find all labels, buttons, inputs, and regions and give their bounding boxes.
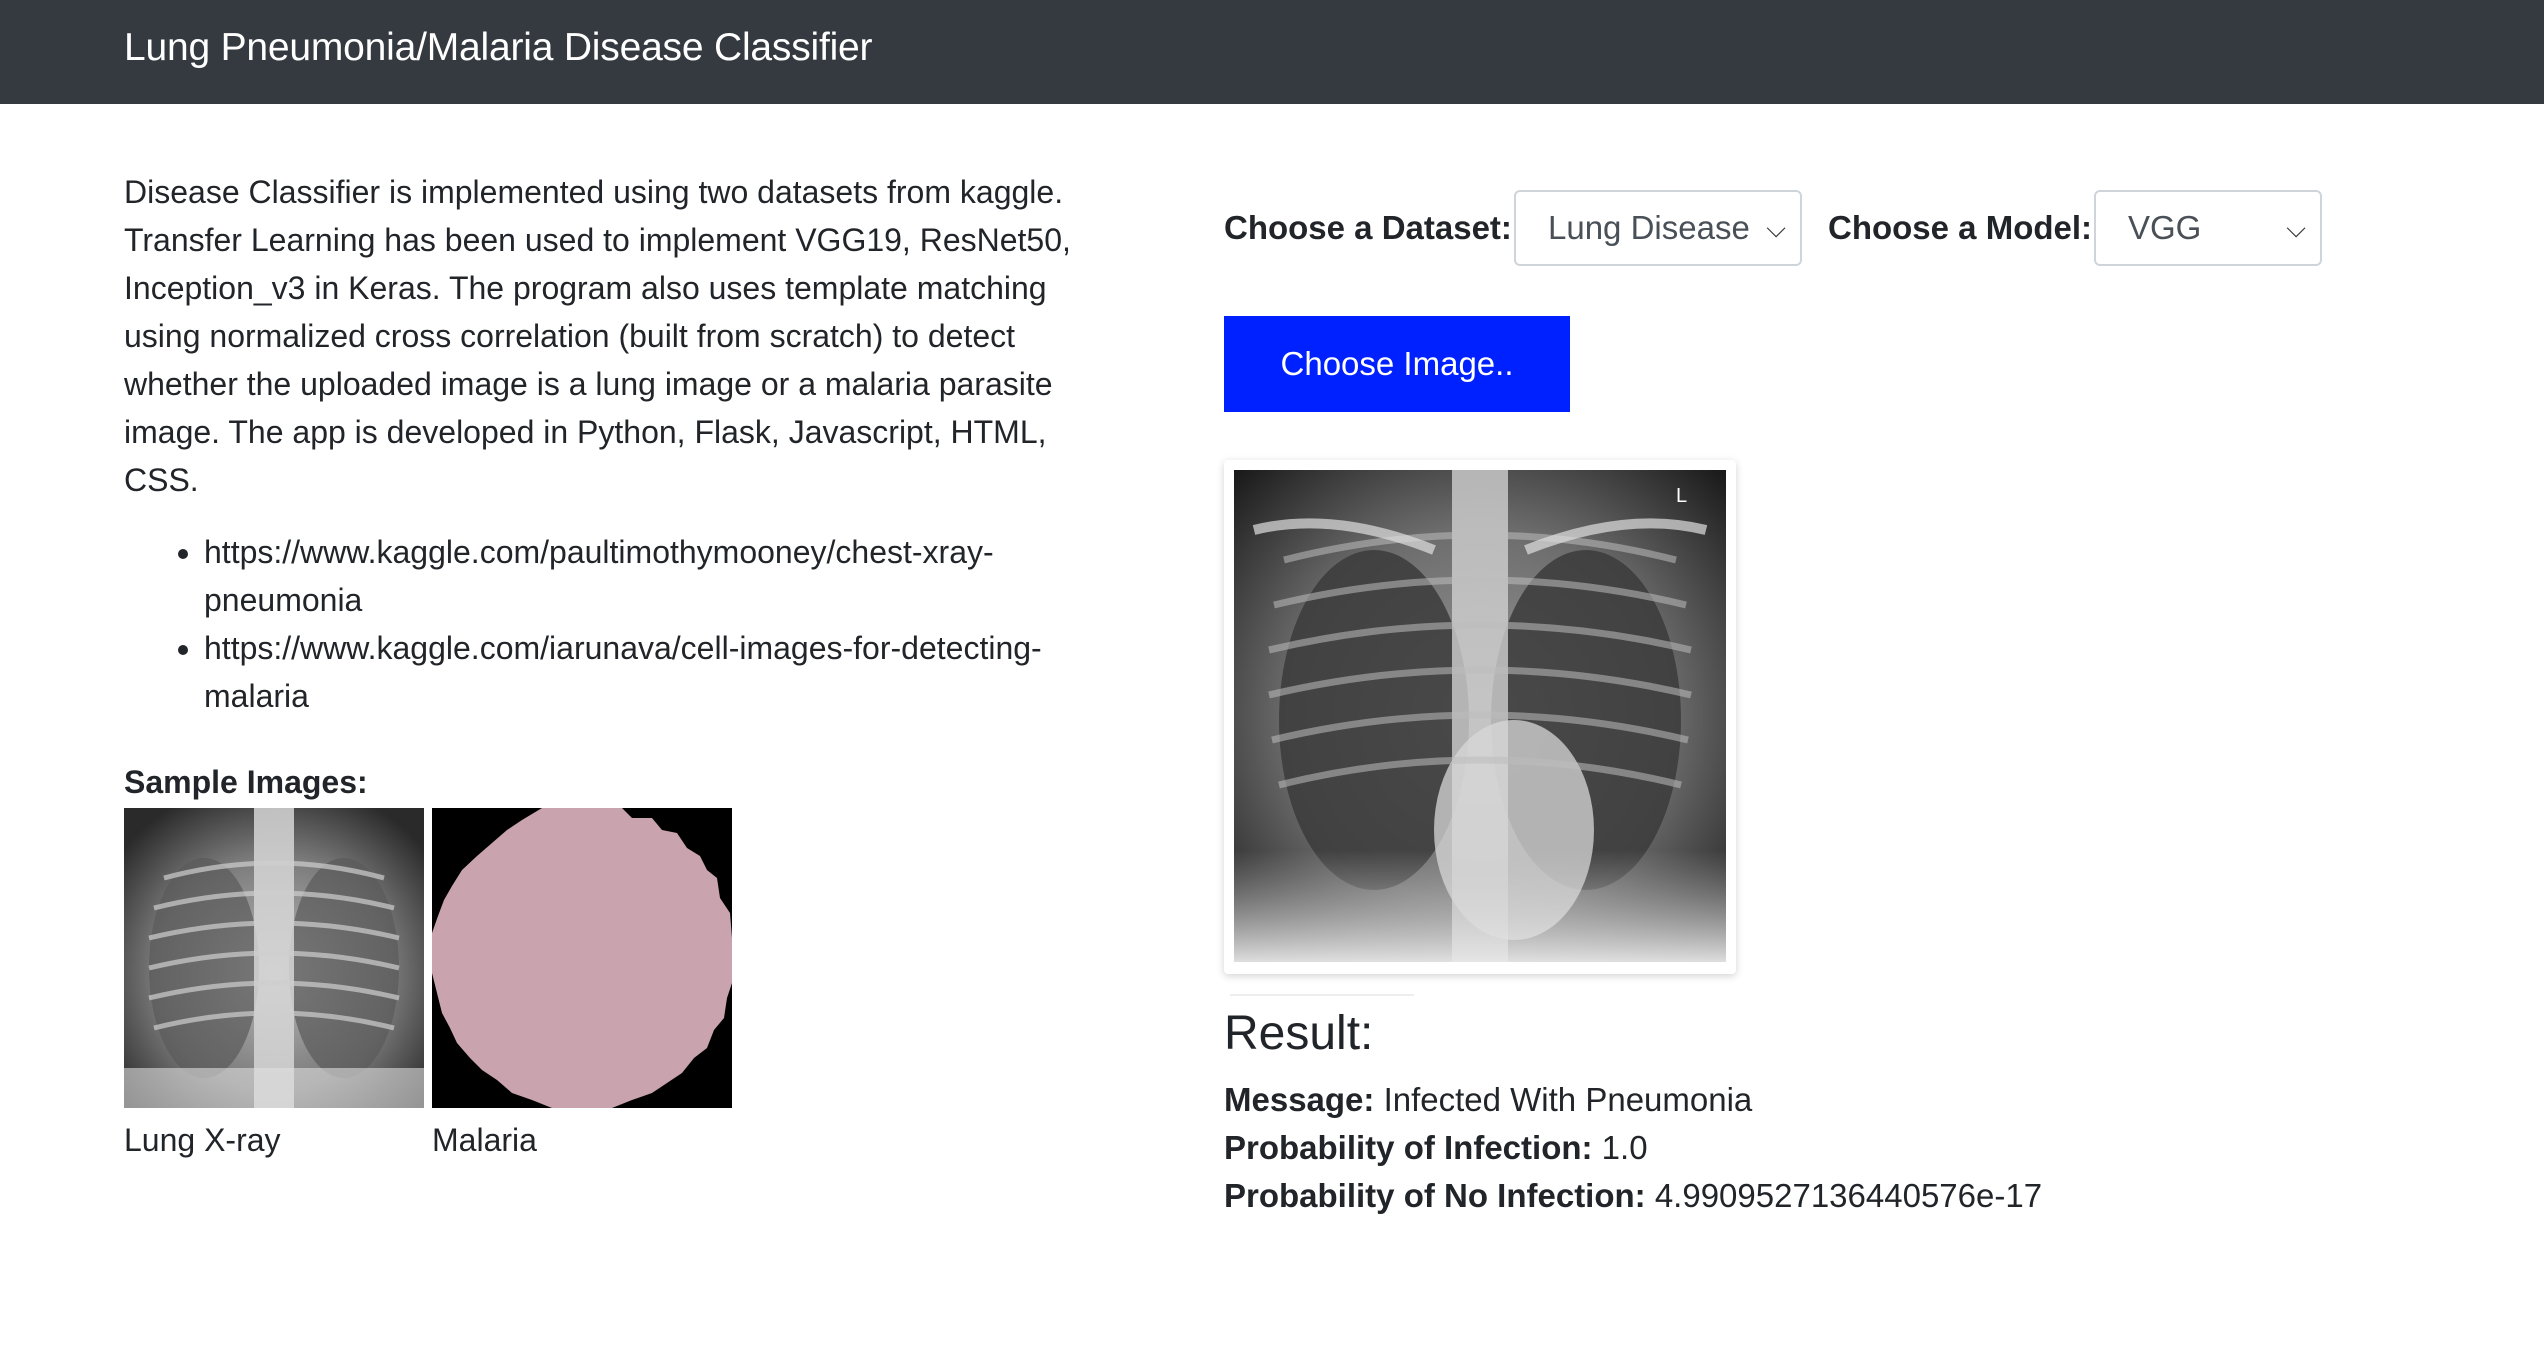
chevron-down-icon: ⌵ — [2286, 213, 2306, 243]
sample-malaria-caption: Malaria — [432, 1122, 537, 1158]
result-message-value: Infected With Pneumonia — [1383, 1081, 1753, 1118]
navbar-brand[interactable]: Lung Pneumonia/Malaria Disease Classifie… — [124, 0, 873, 96]
result-prob-infection-value: 1.0 — [1601, 1129, 1648, 1166]
model-select-value: VGG — [2128, 209, 2202, 246]
intro-section: Disease Classifier is implemented using … — [124, 168, 1104, 720]
result-prob-infection: Probability of Infection: 1.0 — [1224, 1124, 1648, 1172]
dataset-label: Choose a Dataset: — [1224, 209, 1512, 246]
sample-lung-xray[interactable]: Lung X-ray — [124, 808, 424, 1158]
uploaded-image-preview: L — [1224, 460, 1736, 974]
dataset-links-list: https://www.kaggle.com/paultimothymooney… — [124, 528, 1104, 720]
chevron-down-icon: ⌵ — [1766, 213, 1786, 243]
choose-image-button[interactable]: Choose Image.. — [1224, 316, 1570, 412]
sample-lung-xray-image[interactable] — [124, 808, 424, 1108]
uploaded-xray-image: L — [1234, 470, 1726, 962]
sample-malaria[interactable]: Malaria — [432, 808, 732, 1158]
dataset-select[interactable]: Lung Disease ⌵ — [1514, 190, 1802, 266]
result-prob-no-infection: Probability of No Infection: 4.990952713… — [1224, 1172, 2042, 1220]
model-label: Choose a Model: — [1828, 209, 2093, 246]
navbar: Lung Pneumonia/Malaria Disease Classifie… — [0, 0, 2544, 104]
result-message-label: Message: — [1224, 1081, 1375, 1118]
xray-side-marker: L — [1676, 485, 1687, 507]
result-title: Result: — [1224, 1007, 1374, 1060]
dataset-link-malaria: https://www.kaggle.com/iarunava/cell-ima… — [204, 624, 1104, 720]
sample-images-title: Sample Images: — [124, 764, 368, 800]
sample-malaria-image[interactable] — [432, 808, 732, 1108]
model-select[interactable]: VGG ⌵ — [2094, 190, 2322, 266]
result-prob-no-infection-label: Probability of No Infection: — [1224, 1177, 1646, 1214]
result-prob-no-infection-value: 4.9909527136440576e-17 — [1654, 1177, 2043, 1214]
intro-paragraph: Disease Classifier is implemented using … — [124, 174, 1071, 498]
result-divider — [1230, 994, 1414, 996]
dataset-select-value: Lung Disease — [1548, 209, 1750, 246]
sample-lung-xray-caption: Lung X-ray — [124, 1122, 281, 1158]
dataset-link-chest-xray: https://www.kaggle.com/paultimothymooney… — [204, 528, 1104, 624]
result-message: Message: Infected With Pneumonia — [1224, 1076, 1752, 1124]
result-prob-infection-label: Probability of Infection: — [1224, 1129, 1593, 1166]
